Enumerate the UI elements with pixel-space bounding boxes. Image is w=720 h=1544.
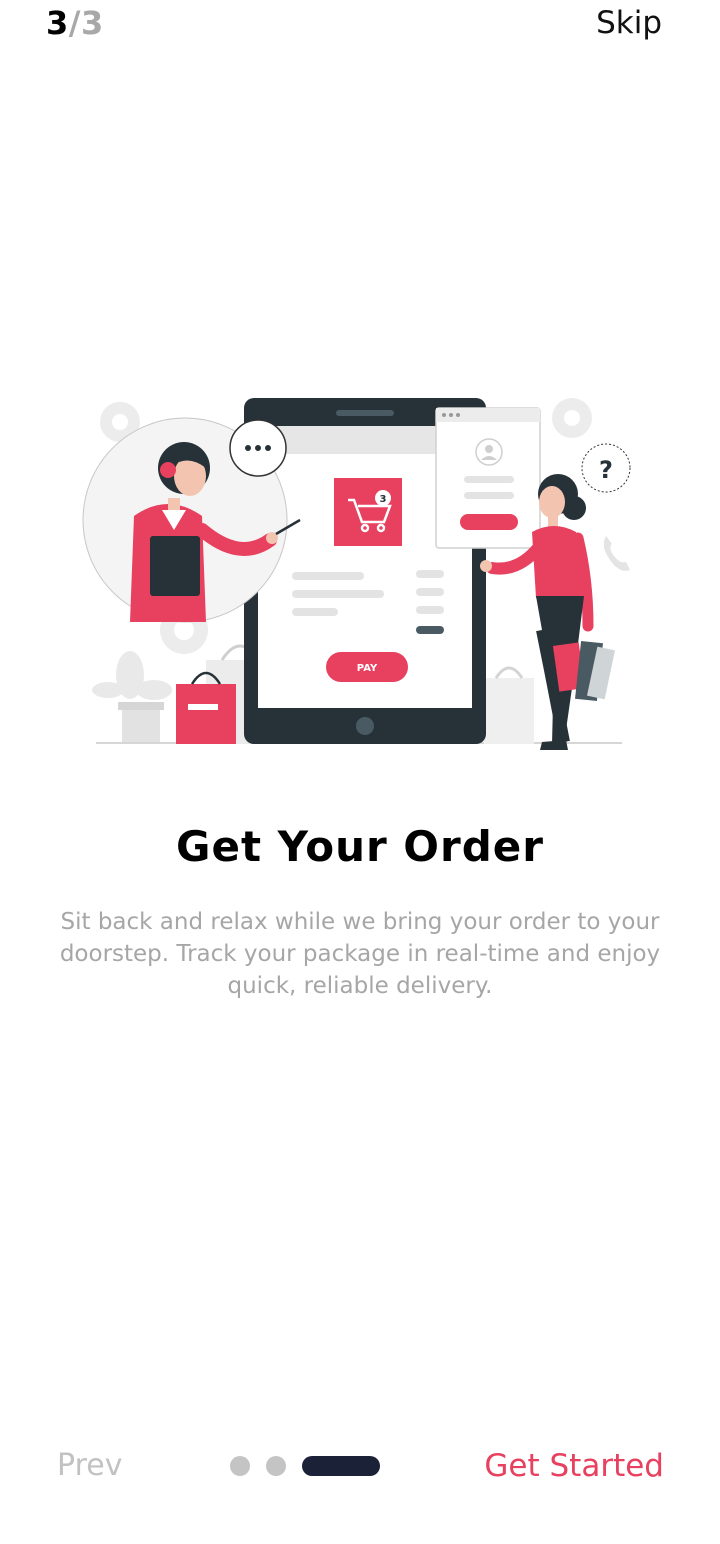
cart-card <box>334 478 402 546</box>
skip-button[interactable]: Skip <box>596 4 662 42</box>
phone-icon <box>603 536 630 571</box>
question-mark: ? <box>599 456 613 484</box>
page-description: Sit back and relax while we bring your o… <box>59 909 661 999</box>
onboarding-illustration: 3 PAY ? <box>82 398 631 750</box>
page-indicator: 3/3 <box>46 4 104 42</box>
headset-icon <box>160 462 176 478</box>
page-dots <box>230 1456 380 1476</box>
page-dot-2[interactable] <box>266 1456 286 1476</box>
page-dot-3-active[interactable] <box>302 1456 380 1476</box>
pay-label: PAY <box>357 663 378 674</box>
page-current: 3 <box>46 4 69 42</box>
page-total: 3 <box>80 4 104 42</box>
prev-button[interactable]: Prev <box>57 1446 122 1486</box>
plant-icon <box>92 651 172 742</box>
page-separator: / <box>68 4 81 42</box>
get-started-button[interactable]: Get Started <box>484 1446 664 1486</box>
onboarding-screen: 3/3 Skip 3 PAY ? Get Your Order Sit back… <box>0 0 720 1544</box>
cart-badge-count: 3 <box>380 494 387 505</box>
profile-card <box>435 407 541 549</box>
page-title: Get Your Order <box>176 822 544 871</box>
question-bubble: ? <box>581 443 631 493</box>
shopping-bag-icon <box>484 666 534 744</box>
page-dot-1[interactable] <box>230 1456 250 1476</box>
